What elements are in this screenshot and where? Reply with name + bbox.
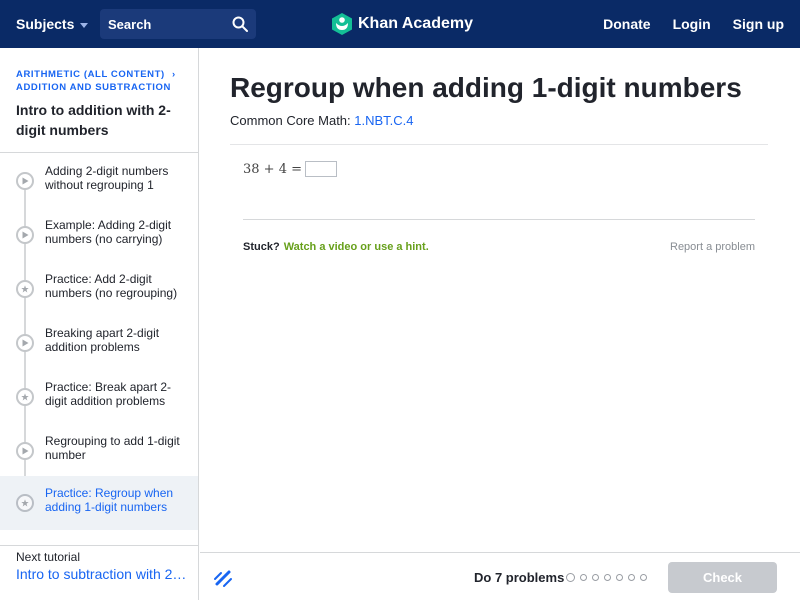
sidebar-item-label: Practice: Regroup when adding 1-digit nu… — [45, 486, 174, 514]
breadcrumb: ARITHMETIC (ALL CONTENT) › ADDITION AND … — [16, 68, 186, 94]
problem-statement: 38 + 4 = — [243, 161, 337, 177]
breadcrumb-link-arithmetic[interactable]: ARITHMETIC (ALL CONTENT) — [16, 69, 165, 80]
subjects-menu[interactable]: Subjects — [16, 16, 89, 32]
subjects-label: Subjects — [16, 16, 75, 32]
sidebar-item-exercise-current[interactable]: Practice: Regroup when adding 1-digit nu… — [0, 476, 198, 530]
progress-dot — [604, 574, 611, 581]
top-nav: Subjects Search Khan Academy Donate Logi… — [0, 0, 800, 48]
sidebar-item-video-4[interactable]: Regrouping to add 1-digit number — [0, 424, 198, 478]
progress-dot-current — [566, 573, 575, 582]
sidebar-item-video-1[interactable]: Adding 2-digit numbers without regroupin… — [0, 154, 198, 208]
sidebar-item-label: Example: Adding 2-digit numbers (no carr… — [45, 218, 172, 246]
progress-dot — [592, 574, 599, 581]
progress-dot — [580, 574, 587, 581]
progress-dot — [628, 574, 635, 581]
breadcrumb-link-addition-subtraction[interactable]: ADDITION AND SUBTRACTION — [16, 82, 171, 93]
donate-link[interactable]: Donate — [603, 16, 650, 32]
check-button[interactable]: Check — [668, 562, 777, 593]
star-icon — [16, 280, 34, 298]
tutorial-sidebar: ARITHMETIC (ALL CONTENT) › ADDITION AND … — [0, 48, 199, 600]
star-icon — [16, 494, 34, 512]
tutorial-title: Intro to addition with 2-digit numbers — [16, 102, 171, 138]
sidebar-item-exercise-2[interactable]: Practice: Break apart 2-digit addition p… — [0, 370, 198, 424]
stuck-label: Stuck? — [243, 241, 280, 253]
next-tutorial-label: Next tutorial — [16, 550, 81, 564]
play-icon — [16, 442, 34, 460]
play-icon — [16, 334, 34, 352]
divider — [0, 152, 199, 153]
scratchpad-pencil-icon[interactable] — [212, 567, 234, 589]
sidebar-item-label: Practice: Add 2-digit numbers (no regrou… — [45, 272, 178, 300]
chevron-right-icon: › — [172, 69, 176, 80]
login-link[interactable]: Login — [673, 16, 711, 32]
sidebar-item-video-2[interactable]: Example: Adding 2-digit numbers (no carr… — [0, 208, 198, 262]
signup-link[interactable]: Sign up — [733, 16, 784, 32]
answer-input[interactable] — [305, 161, 337, 177]
divider — [243, 219, 755, 220]
standard-prefix: Common Core Math: — [230, 113, 351, 128]
chevron-down-icon — [80, 22, 89, 28]
sidebar-item-exercise-1[interactable]: Practice: Add 2-digit numbers (no regrou… — [0, 262, 198, 316]
play-icon — [16, 172, 34, 190]
stuck-section: Stuck? Watch a video or use a hint. — [243, 241, 429, 253]
common-core-standard: Common Core Math: 1.NBT.C.4 — [230, 113, 414, 128]
divider — [0, 545, 199, 546]
exercise-footer: Do 7 problems Check — [200, 552, 800, 600]
hint-link[interactable]: Watch a video or use a hint. — [284, 241, 429, 253]
search-box[interactable]: Search — [100, 9, 256, 39]
divider — [230, 144, 768, 145]
report-problem-link[interactable]: Report a problem — [670, 241, 755, 253]
search-input[interactable]: Search — [108, 17, 232, 32]
page-title: Regroup when adding 1-digit numbers — [230, 72, 742, 103]
problem-count: Do 7 problems — [474, 570, 565, 585]
problem-expression: 38 + 4 = — [243, 161, 302, 177]
brand-logo[interactable]: Khan Academy — [332, 13, 473, 35]
sidebar-item-label: Breaking apart 2-digit addition problems — [45, 326, 160, 354]
star-icon — [16, 388, 34, 406]
search-icon[interactable] — [232, 16, 248, 32]
progress-dot — [616, 574, 623, 581]
nav-links: Donate Login Sign up — [603, 16, 784, 32]
next-tutorial-link[interactable]: Intro to subtraction with 2-digit number… — [16, 566, 188, 582]
sidebar-item-label: Regrouping to add 1-digit number — [45, 434, 180, 462]
progress-dots — [566, 573, 647, 582]
sidebar-item-label: Adding 2-digit numbers without regroupin… — [45, 164, 169, 192]
khan-academy-logo-icon — [332, 13, 352, 35]
standard-link[interactable]: 1.NBT.C.4 — [354, 113, 413, 128]
sidebar-item-video-3[interactable]: Breaking apart 2-digit addition problems — [0, 316, 198, 370]
progress-dot — [640, 574, 647, 581]
brand-name: Khan Academy — [358, 15, 473, 32]
play-icon — [16, 226, 34, 244]
sidebar-item-label: Practice: Break apart 2-digit addition p… — [45, 380, 172, 408]
